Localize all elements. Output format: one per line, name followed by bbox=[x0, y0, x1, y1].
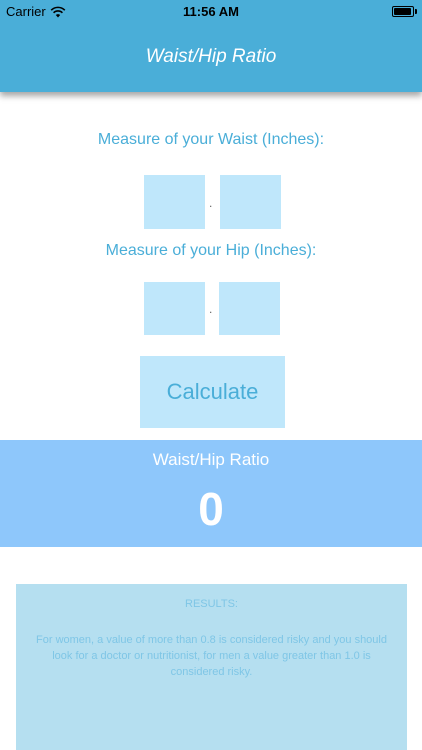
calculate-button[interactable]: Calculate bbox=[140, 356, 285, 428]
ratio-panel: Waist/Hip Ratio 0 bbox=[0, 440, 422, 547]
results-text: For women, a value of more than 0.8 is c… bbox=[36, 634, 387, 678]
ratio-title: Waist/Hip Ratio bbox=[152, 450, 270, 469]
waist-decimal-separator: . bbox=[209, 196, 213, 210]
status-bar: Carrier 11:56 AM bbox=[0, 0, 422, 24]
header: Carrier 11:56 AM Waist/Hip Ratio bbox=[0, 0, 422, 92]
waist-whole-input[interactable] bbox=[144, 175, 205, 229]
results-heading: RESULTS: bbox=[185, 598, 238, 610]
results-panel: RESULTS: For women, a value of more than… bbox=[16, 584, 407, 750]
battery-icon bbox=[392, 6, 417, 17]
ratio-value: 0 bbox=[198, 483, 224, 535]
hip-label: Measure of your Hip (Inches): bbox=[105, 242, 317, 259]
hip-whole-input[interactable] bbox=[144, 282, 205, 335]
waist-decimal-input[interactable] bbox=[220, 175, 281, 229]
status-time: 11:56 AM bbox=[183, 4, 239, 19]
waist-label: Measure of your Waist (Inches): bbox=[97, 131, 325, 148]
hip-decimal-input[interactable] bbox=[219, 282, 280, 335]
page-title: Waist/Hip Ratio bbox=[145, 46, 277, 67]
app-screen: Carrier 11:56 AM Waist/Hip Ratio Measure… bbox=[0, 0, 422, 750]
hip-decimal-separator: . bbox=[209, 302, 213, 316]
